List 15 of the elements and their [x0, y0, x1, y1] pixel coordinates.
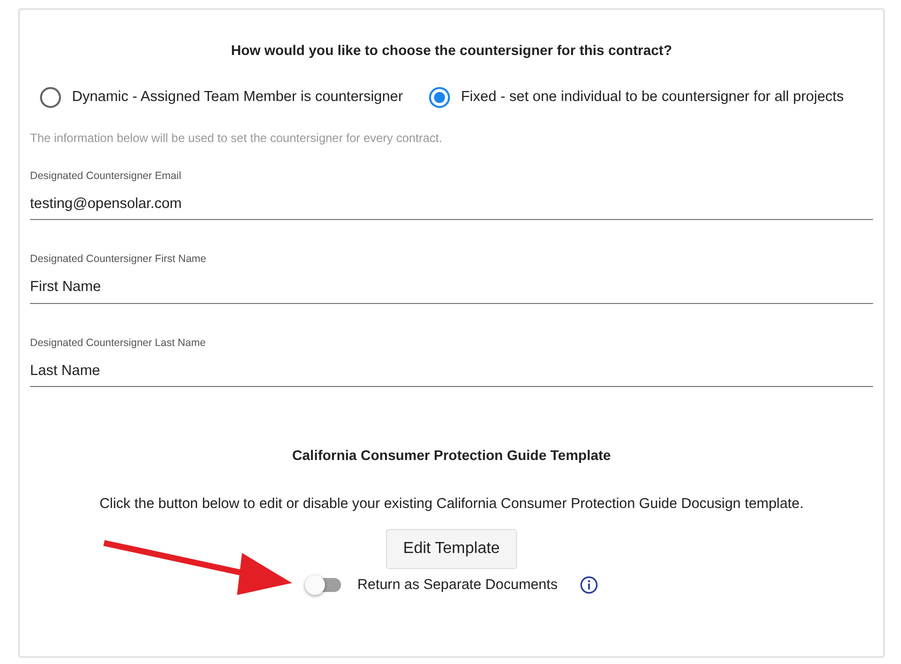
template-description: Click the button below to edit or disable your existing California Consumer Protection Guide Docusign template. [98, 495, 805, 514]
input-field[interactable]: First Name [30, 268, 873, 304]
template-heading: California Consumer Protection Guide Template [291, 446, 612, 466]
info-text: The information below will be used to set the countersigner for every contract. [30, 130, 444, 147]
edit-template-button[interactable]: Edit Template [386, 528, 517, 569]
field-label: Designated Countersigner Last Name [30, 336, 207, 351]
input-field[interactable]: Last Name [30, 352, 873, 388]
radio-option[interactable]: Dynamic - Assigned Team Member is countersigner [40, 87, 403, 109]
toggle-label: Return as Separate Documents [357, 576, 558, 595]
field-label: Designated Countersigner Email [30, 168, 182, 184]
field-label: Designated Countersigner First Name [30, 252, 208, 268]
info-icon[interactable] [580, 576, 598, 594]
radio-option[interactable]: Fixed - set one individual to be countersigner for all projects [428, 87, 844, 109]
input-field[interactable]: testing@opensolar.com [30, 184, 873, 220]
question-heading: How would you like to choose the countersigner for this contract? [230, 41, 674, 60]
